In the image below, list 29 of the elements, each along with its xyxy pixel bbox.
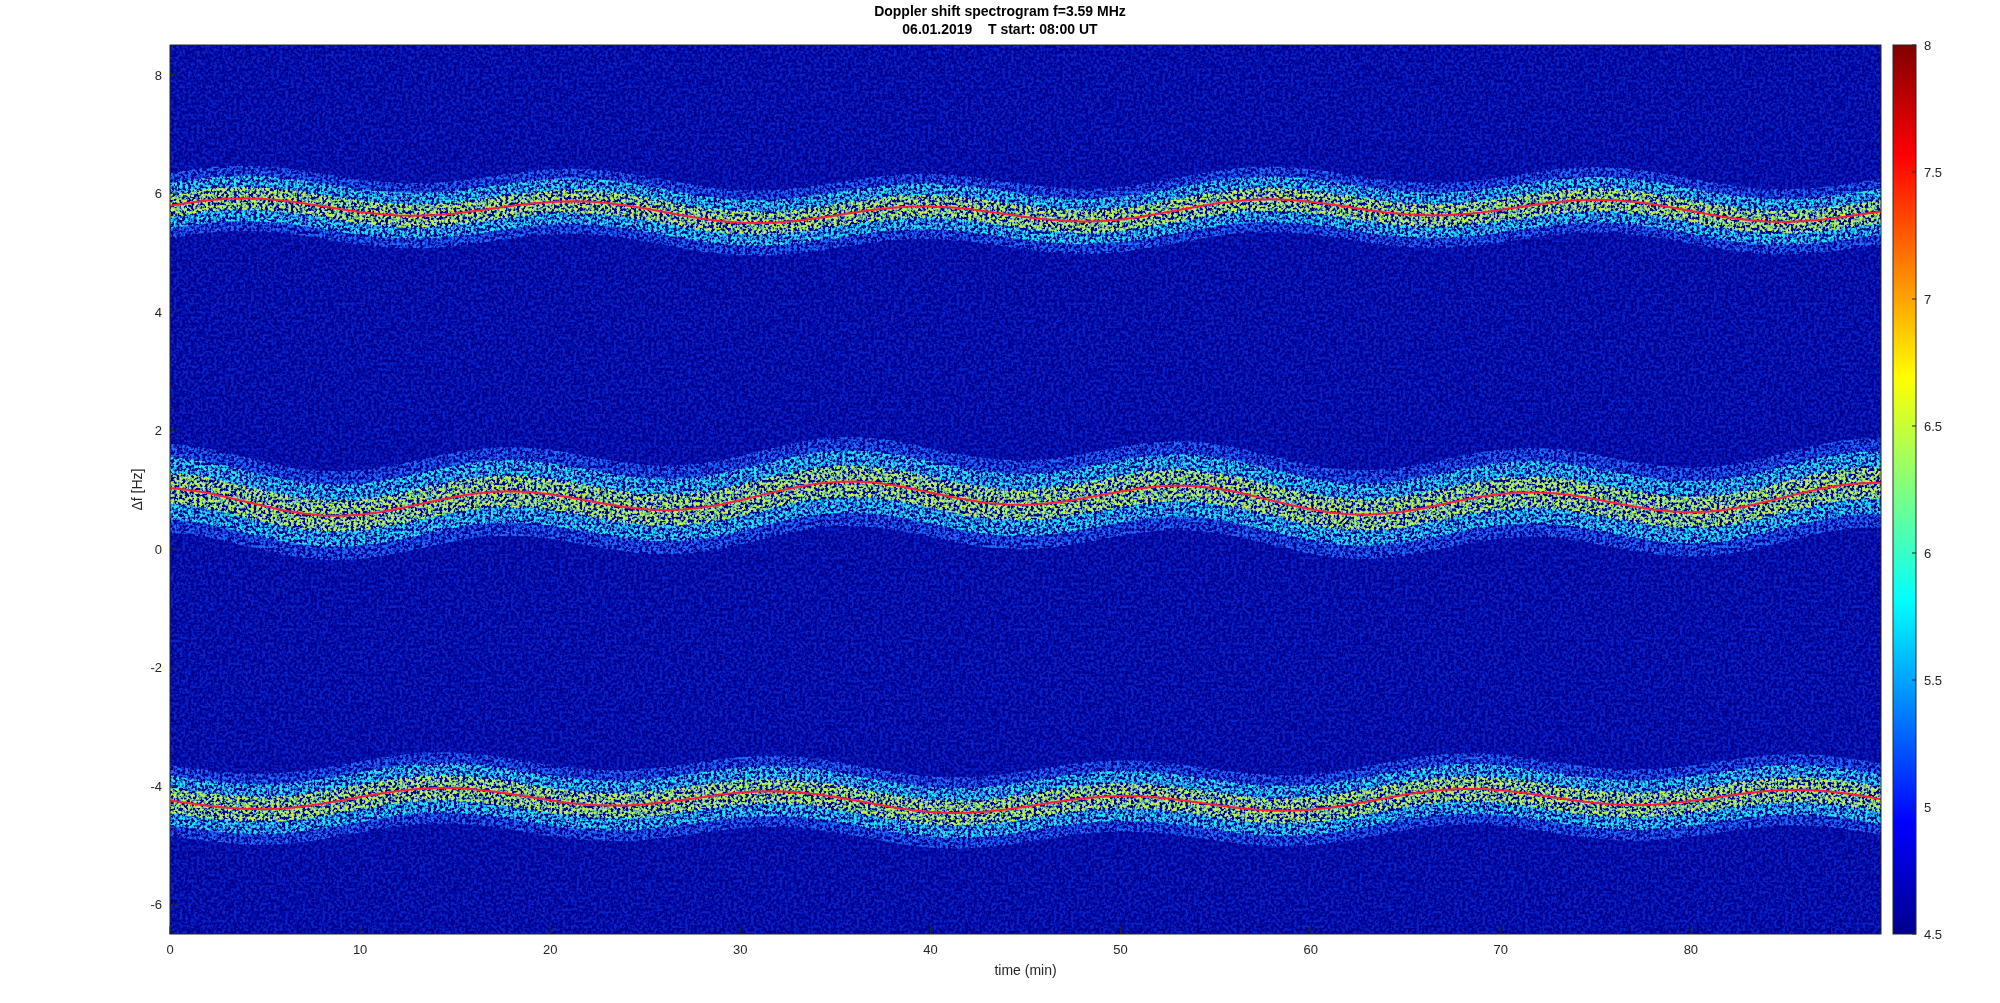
chart-title: 06.01.2019 T start: 08:00 UT <box>902 21 1098 37</box>
colorbar-tick-label: 6 <box>1924 546 1932 561</box>
colorbar-tick-label: 7 <box>1924 292 1932 307</box>
chart-title: Doppler shift spectrogram f=3.59 MHz <box>874 3 1126 19</box>
colorbar-tick-label: 5.5 <box>1924 673 1943 688</box>
tick-label: 8 <box>154 67 162 83</box>
tick-label: 20 <box>543 942 558 957</box>
axis-label: time (min) <box>994 962 1057 978</box>
tick-label: 4 <box>154 304 162 320</box>
colorbar-tick-label: 5 <box>1924 800 1932 815</box>
tick-label: 30 <box>733 942 748 957</box>
tick-label: 50 <box>1113 942 1128 957</box>
tick-label: 40 <box>923 942 938 957</box>
tick-label: 0 <box>154 541 162 557</box>
colorbar-tick-label: 7.5 <box>1924 165 1943 180</box>
tick-label: 0 <box>166 942 174 957</box>
tick-label: -4 <box>150 778 162 794</box>
colorbar-tick-label: 4.5 <box>1924 927 1943 942</box>
tick-label: -6 <box>150 897 162 913</box>
colorbar-tick-label: 8 <box>1924 38 1932 53</box>
tick-label: 10 <box>352 942 368 957</box>
tick-label: 80 <box>1683 942 1699 957</box>
axis-label: Δf [Hz] <box>129 468 145 511</box>
tick-label: 2 <box>154 423 162 439</box>
colorbar-tick-label: 6.5 <box>1924 419 1943 434</box>
tick-label: 70 <box>1493 942 1508 957</box>
tick-label: 60 <box>1303 942 1318 957</box>
tick-label: -2 <box>150 660 162 676</box>
tick-label: 6 <box>154 186 162 202</box>
